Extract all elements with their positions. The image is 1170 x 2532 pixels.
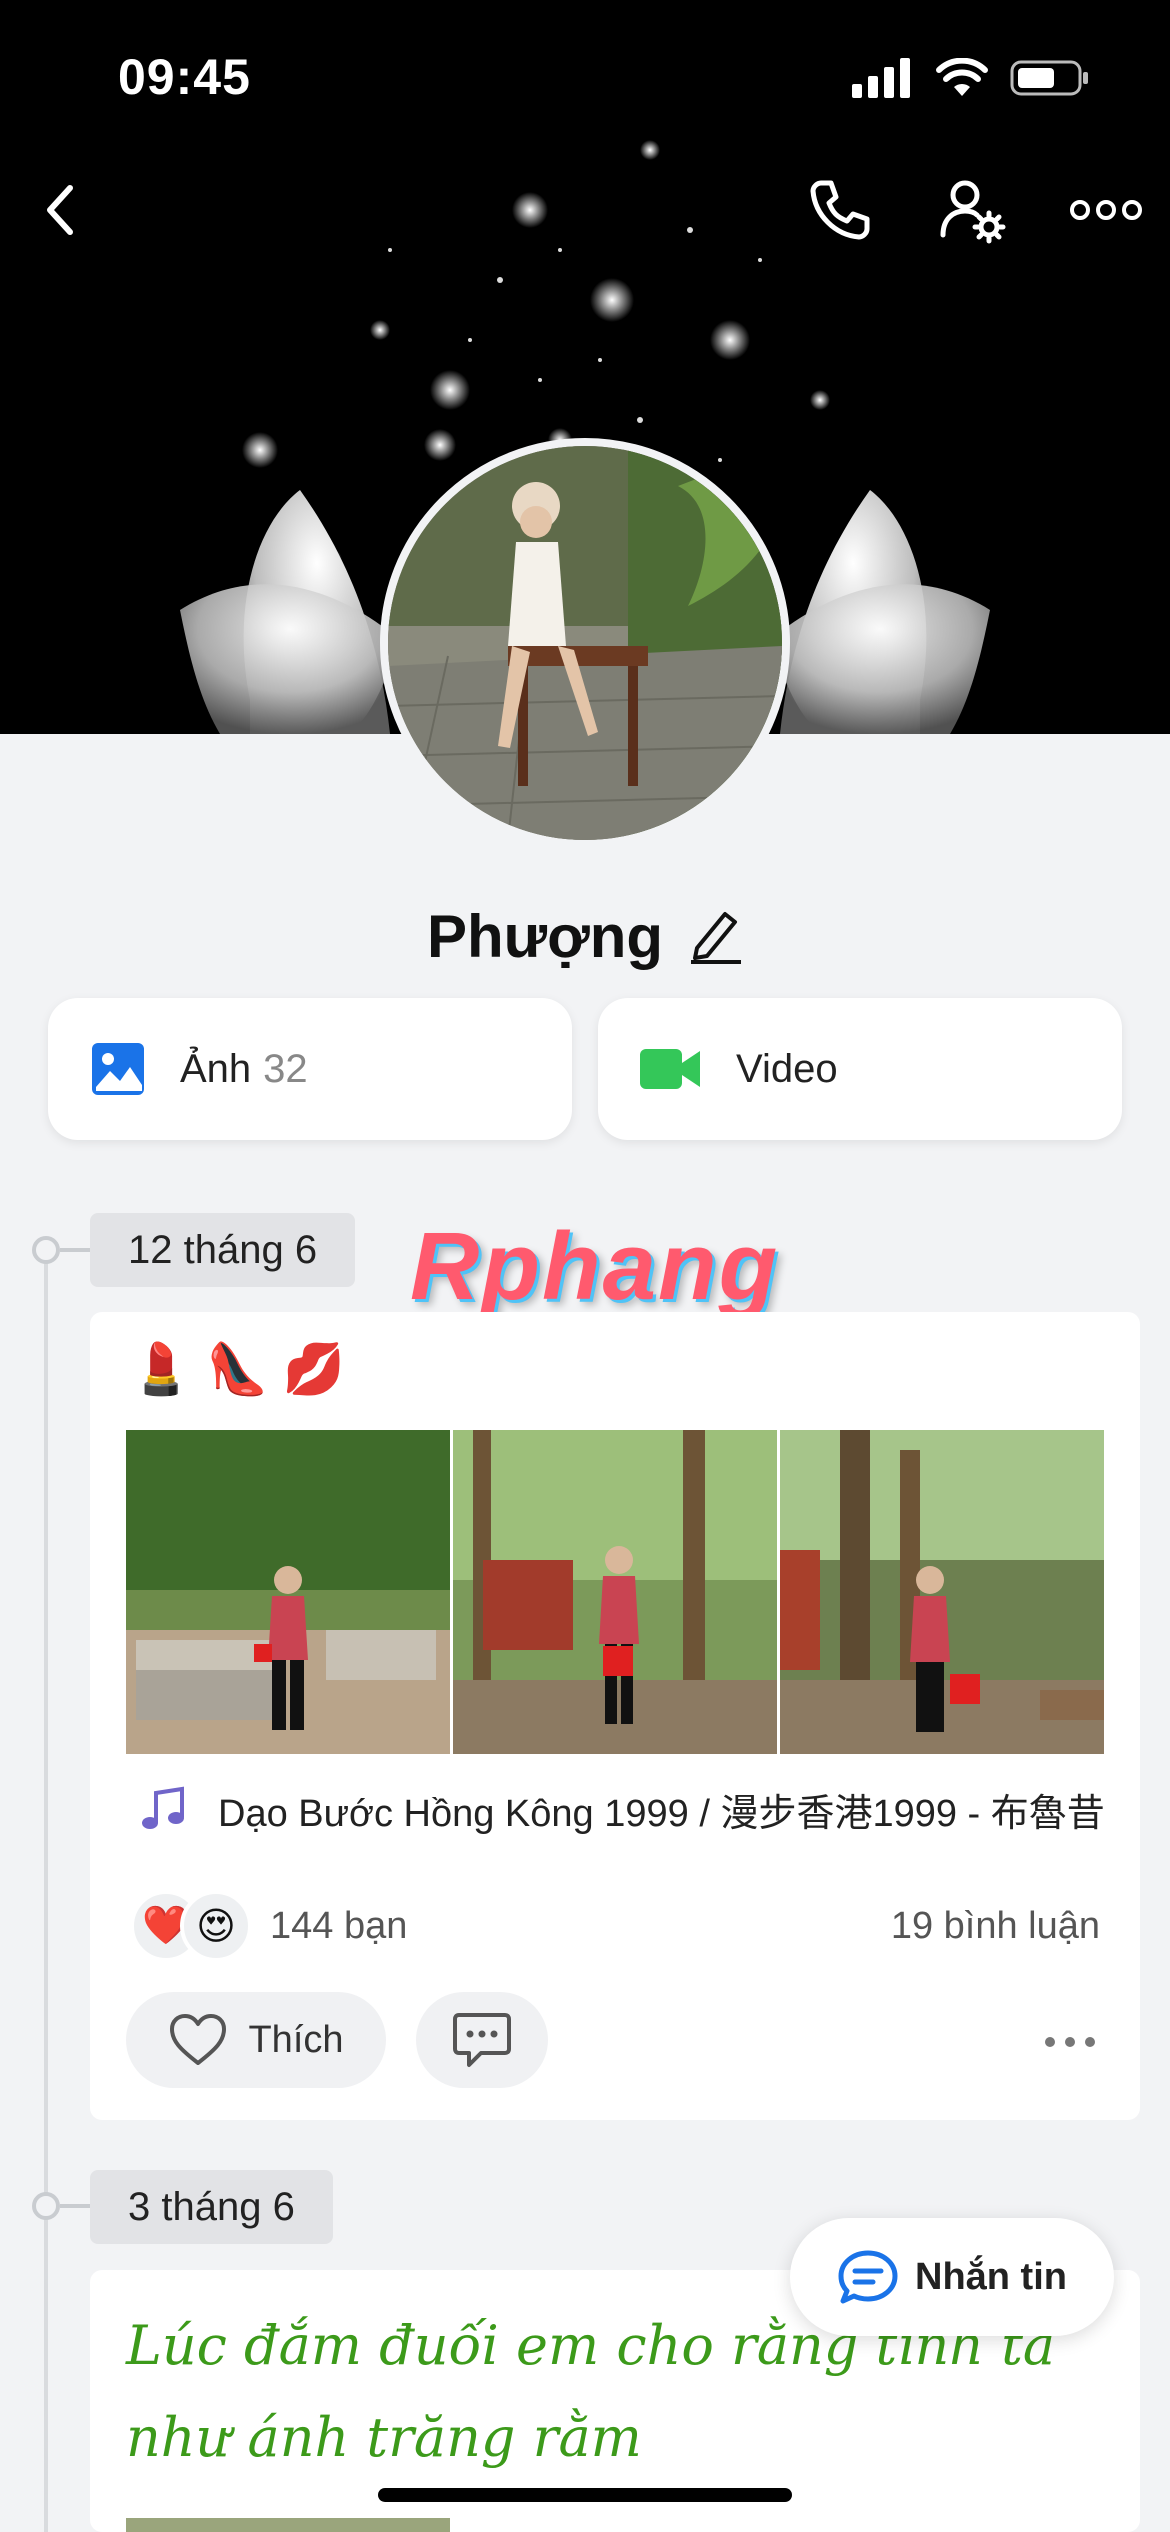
music-note-icon bbox=[142, 1786, 184, 1829]
reactions-row: ❤️ 😍 144 bạn 19 bình luận bbox=[130, 1886, 1100, 1966]
post-photo-preview bbox=[126, 2518, 450, 2532]
post-photo-1[interactable] bbox=[126, 1430, 450, 1754]
post-date-tag: 12 tháng 6 bbox=[90, 1213, 356, 1287]
like-label: Thích bbox=[248, 2018, 344, 2061]
comment-icon bbox=[453, 2013, 511, 2067]
timeline-dot bbox=[32, 1236, 60, 1264]
photos-count: 32 bbox=[263, 1046, 308, 1091]
photos-card[interactable]: Ảnh 32 bbox=[48, 998, 572, 1140]
user-settings-icon bbox=[940, 180, 1006, 244]
post-card: 💄 👠 💋 Dạo Bước Hồng Kông 1999 / 漫步香港1999… bbox=[90, 1312, 1140, 2120]
message-button[interactable]: Nhắn tin bbox=[790, 2218, 1114, 2336]
cellular-signal-icon bbox=[852, 58, 914, 103]
post-caption: 💄 👠 💋 bbox=[130, 1340, 345, 1399]
kiss-mark-emoji: 💋 bbox=[282, 1341, 345, 1397]
like-button[interactable]: Thích bbox=[126, 1992, 386, 2088]
image-icon bbox=[92, 1043, 144, 1095]
video-label: Video bbox=[736, 1046, 838, 1091]
phone-icon bbox=[810, 180, 870, 240]
music-title: Dạo Bước Hồng Kông 1999 / 漫步香港1999 - 布魯昔 bbox=[218, 1793, 1105, 1835]
wifi-icon bbox=[936, 57, 988, 103]
post-more-button[interactable] bbox=[1030, 2012, 1110, 2072]
video-icon bbox=[640, 1049, 700, 1089]
battery-icon bbox=[1010, 58, 1090, 103]
video-card[interactable]: Video bbox=[598, 998, 1122, 1140]
post-photo-2[interactable] bbox=[453, 1430, 777, 1754]
photo-image bbox=[453, 1430, 777, 1754]
photos-label: Ảnh bbox=[180, 1046, 252, 1091]
profile-name: Phượng bbox=[426, 903, 664, 970]
call-button[interactable] bbox=[800, 170, 880, 250]
message-label: Nhắn tin bbox=[915, 2255, 1067, 2298]
more-icon bbox=[1070, 200, 1142, 220]
profile-settings-button[interactable] bbox=[932, 170, 1012, 250]
post-photo-3[interactable] bbox=[780, 1430, 1104, 1754]
watermark: Rphang bbox=[410, 1213, 780, 1320]
reaction-heart-eyes: 😍 bbox=[180, 1890, 252, 1962]
pencil-icon bbox=[691, 912, 742, 964]
post-date-tag: 3 tháng 6 bbox=[90, 2170, 333, 2244]
photo-image bbox=[126, 1430, 450, 1754]
more-icon bbox=[1045, 2037, 1095, 2047]
reaction-count[interactable]: 144 bạn bbox=[270, 1905, 407, 1948]
timeline-connector bbox=[60, 1248, 92, 1252]
back-icon bbox=[47, 185, 73, 235]
timeline-dot bbox=[32, 2192, 60, 2220]
comment-button[interactable] bbox=[416, 1992, 548, 2088]
high-heel-emoji: 👠 bbox=[206, 1341, 269, 1397]
comment-count[interactable]: 19 bình luận bbox=[891, 1905, 1100, 1948]
profile-name-row: Phượng bbox=[0, 902, 1170, 971]
status-time: 09:45 bbox=[118, 49, 251, 105]
back-button[interactable] bbox=[20, 170, 100, 250]
status-bar: 09:45 bbox=[0, 0, 1170, 150]
avatar[interactable] bbox=[380, 438, 790, 848]
lipstick-emoji: 💄 bbox=[130, 1341, 193, 1397]
edit-name-button[interactable] bbox=[687, 904, 743, 969]
status-icons bbox=[852, 57, 1090, 103]
home-indicator[interactable] bbox=[378, 2488, 792, 2502]
timeline-connector bbox=[60, 2204, 92, 2208]
message-icon bbox=[838, 2250, 898, 2304]
heart-icon bbox=[170, 2014, 227, 2065]
more-options-button[interactable] bbox=[1066, 170, 1146, 250]
post-music[interactable]: Dạo Bước Hồng Kông 1999 / 漫步香港1999 - 布魯昔 bbox=[138, 1782, 1105, 1837]
photo-image bbox=[780, 1430, 1104, 1754]
timeline-line bbox=[44, 1250, 48, 2532]
avatar-image bbox=[388, 446, 782, 840]
